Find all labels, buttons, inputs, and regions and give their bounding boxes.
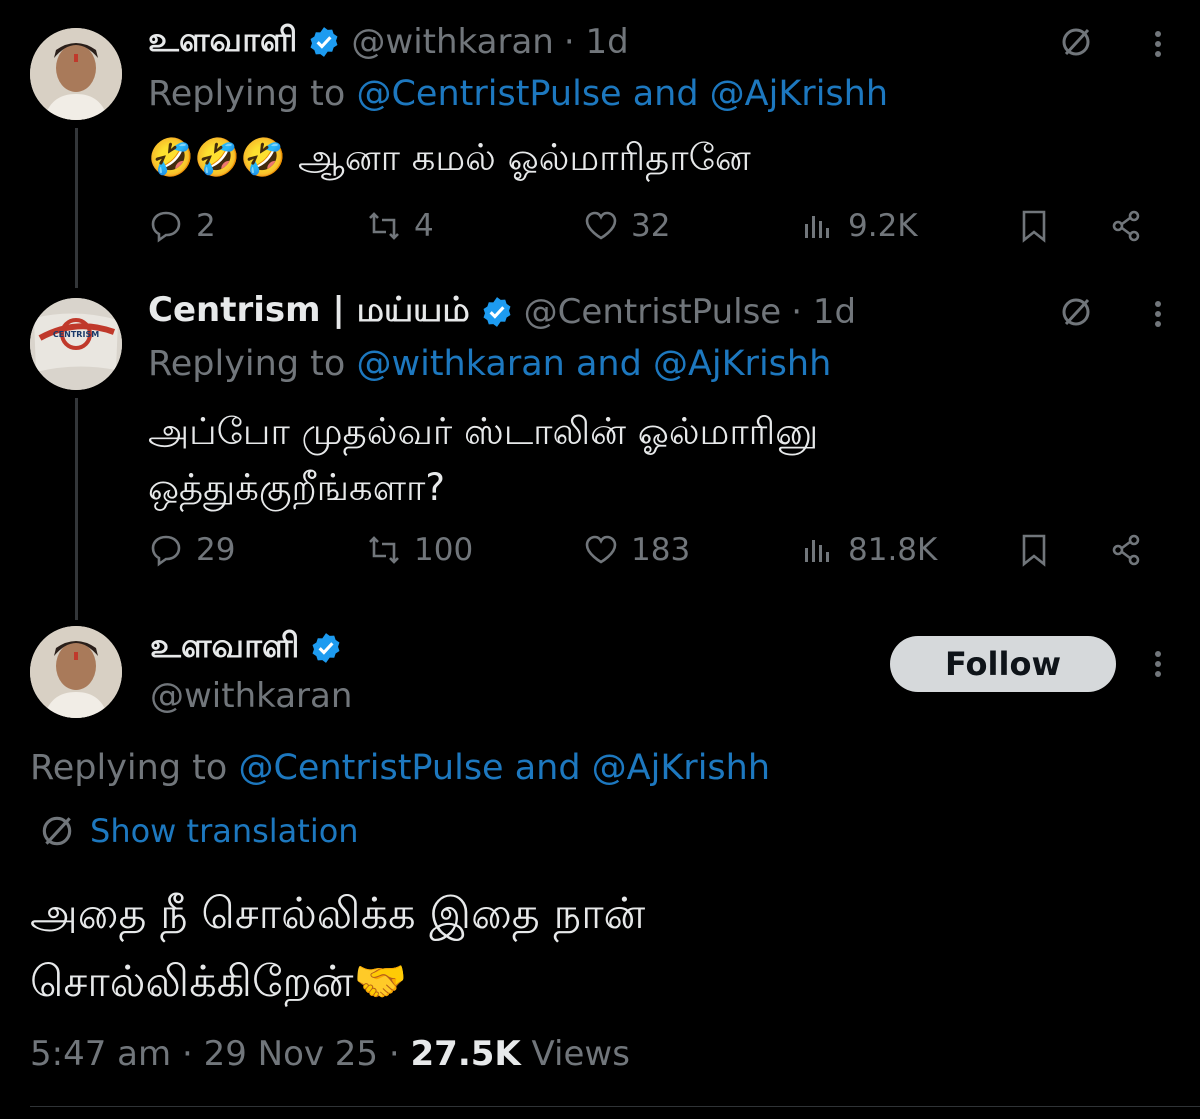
views-action[interactable]: 9.2K [800,208,918,244]
repost-icon [369,212,399,240]
reply-action[interactable]: 2 [148,208,216,244]
heart-icon [585,211,617,240]
translate-icon [42,816,72,846]
divider [30,1106,1200,1107]
reply-icon [151,535,181,567]
avatar[interactable]: CENTRISM [30,298,122,390]
verified-badge-icon [312,633,340,663]
timestamp[interactable]: · 1d [791,292,856,332]
show-translation-link[interactable]: Show translation [38,812,359,850]
tweet-text-line: அதை நீ சொல்லிக்க இதை நான் [30,889,646,939]
bookmark-icon[interactable] [1016,532,1052,572]
views-icon [805,540,829,562]
replying-to: Replying to @withkaran and @AjKrishh [148,344,831,384]
views-icon [805,216,829,238]
repost-action[interactable]: 100 [366,532,473,568]
replying-to: Replying to @CentristPulse and @AjKrishh [148,74,888,114]
avatar[interactable] [30,626,122,718]
repost-count: 100 [414,532,474,568]
more-options-icon[interactable] [1140,26,1176,66]
verified-badge-icon [310,27,338,57]
tweet-meta: 5:47 am · 29 Nov 25 · 27.5K Views [30,1034,630,1074]
like-action[interactable]: 32 [583,208,670,244]
tweet-text: அதை நீ சொல்லிக்க இதை நான் சொல்லிக்கிறேன்… [30,880,645,1016]
repost-icon [369,536,399,564]
like-count: 183 [631,532,691,568]
author-handle[interactable]: @withkaran [150,676,352,716]
share-icon[interactable] [1108,532,1144,572]
follow-button[interactable]: Follow [890,636,1116,692]
reply-action[interactable]: 29 [148,532,235,568]
tweet-text: அப்போ முதல்வர் ஸ்டாலின் ஓல்மாரினு ஒத்துக… [148,404,818,516]
author-handle[interactable]: @CentristPulse [524,292,782,332]
translate-icon[interactable] [1058,294,1094,334]
author-handle[interactable]: @withkaran [351,22,553,62]
reply-icon [151,211,181,243]
verified-badge-icon [483,297,511,327]
replying-prefix: Replying to [148,344,346,384]
replying-prefix: Replying to [30,748,228,788]
thread-line [75,128,78,288]
avatar[interactable] [30,28,122,120]
show-translation-label: Show translation [90,812,359,850]
views-action[interactable]: 81.8K [800,532,937,568]
replying-prefix: Replying to [148,74,346,114]
views-count: 27.5K [410,1034,521,1074]
bookmark-icon[interactable] [1016,208,1052,248]
replying-users-link[interactable]: @CentristPulse and @AjKrishh [238,748,770,788]
tweet-text: 🤣🤣🤣 ஆனா கமல் ஓல்மாரிதானே [148,136,751,179]
avatar-logo-text: CENTRISM [53,330,99,339]
translate-icon[interactable] [1058,24,1094,64]
like-action[interactable]: 183 [583,532,690,568]
more-options-icon[interactable] [1140,296,1176,336]
views-count: 81.8K [848,532,938,568]
reply-count: 29 [196,532,236,568]
tweet-time[interactable]: 5:47 am [30,1034,171,1074]
share-icon[interactable] [1108,208,1144,248]
replying-to: Replying to @CentristPulse and @AjKrishh [30,748,770,788]
author-name[interactable]: உளவாளி [148,20,297,64]
tweet-text-line: சொல்லிக்கிறேன்🤝 [30,957,408,1007]
replying-users-link[interactable]: @CentristPulse and @AjKrishh [356,74,888,114]
views-label: Views [531,1034,630,1074]
tweet-date[interactable]: 29 Nov 25 [204,1034,379,1074]
thread-line [75,398,78,620]
repost-action[interactable]: 4 [366,208,434,244]
repost-count: 4 [414,208,434,244]
author-name[interactable]: உளவாளி [150,626,299,670]
timestamp[interactable]: · 1d [564,22,629,62]
heart-icon [585,535,617,564]
author-name[interactable]: Centrism | மய்யம் [148,290,470,334]
tweet-text-line: அப்போ முதல்வர் ஸ்டாலின் ஓல்மாரினு [148,410,819,453]
like-count: 32 [631,208,671,244]
replying-users-link[interactable]: @withkaran and @AjKrishh [356,344,831,384]
reply-count: 2 [196,208,216,244]
views-count: 9.2K [848,208,918,244]
tweet-text-line: ஒத்துக்குறீங்களா? [148,466,446,509]
more-options-icon[interactable] [1140,646,1176,686]
